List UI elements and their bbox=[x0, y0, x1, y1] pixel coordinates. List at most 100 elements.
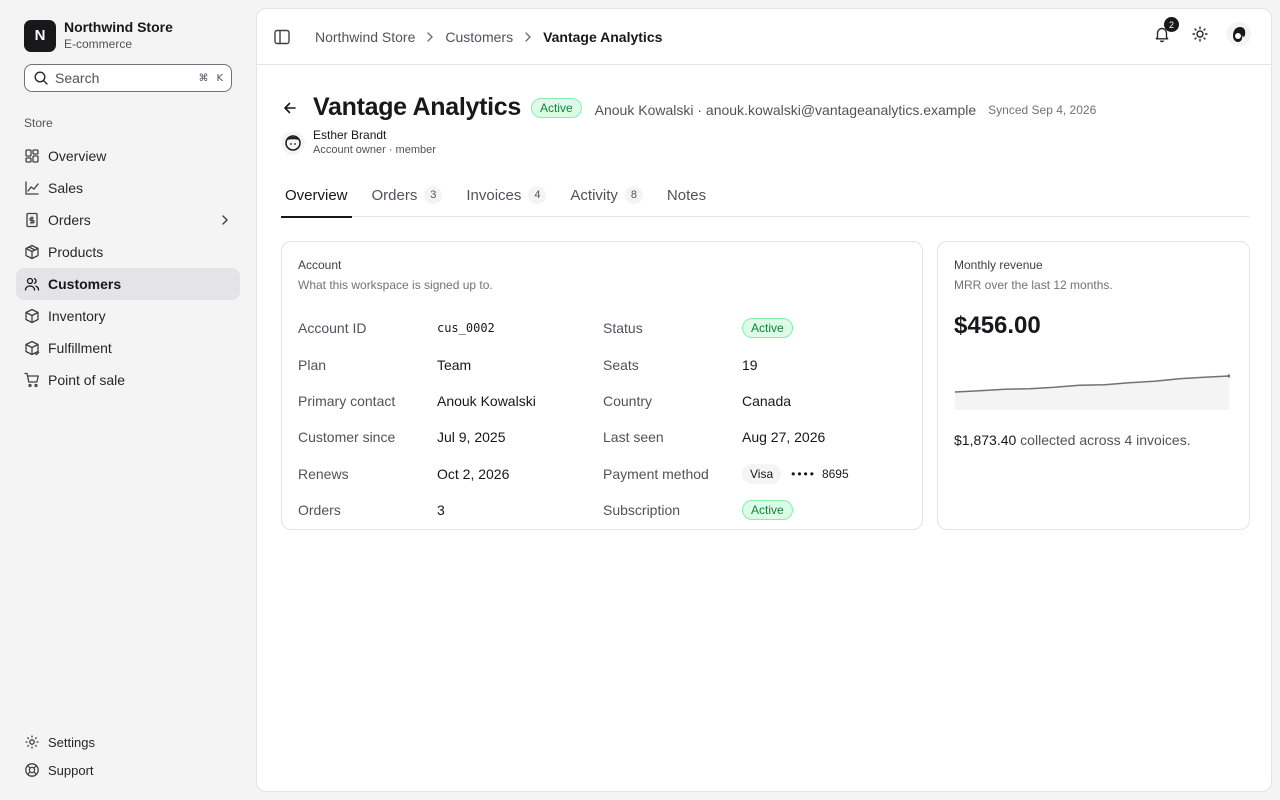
account-owner: Esther Brandt Account owner · member bbox=[281, 127, 436, 158]
sidebar-toggle-icon[interactable] bbox=[271, 26, 293, 48]
payment-method-value: Visa •••• 8695 bbox=[741, 463, 908, 484]
field-row: Account ID cus_0002 Status Active bbox=[298, 310, 908, 346]
tab-orders[interactable]: Orders 3 bbox=[368, 179, 447, 217]
field-label: Orders bbox=[298, 502, 341, 519]
sidebar-item-sales[interactable]: Sales bbox=[16, 172, 240, 204]
account-id-value: cus_0002 bbox=[436, 321, 495, 336]
breadcrumb-item[interactable]: Customers bbox=[445, 29, 513, 45]
sidebar-item-label: Point of sale bbox=[48, 372, 126, 388]
account-fields: Account ID cus_0002 Status Active Plan T… bbox=[298, 310, 908, 528]
sidebar-item-label: Inventory bbox=[48, 308, 106, 324]
lifebuoy-icon bbox=[24, 762, 40, 778]
tab-invoices[interactable]: Invoices 4 bbox=[462, 179, 550, 217]
sidebar-item-label: Products bbox=[48, 244, 104, 260]
sidebar-item-label: Customers bbox=[48, 276, 122, 292]
tab-label: Activity bbox=[570, 186, 618, 204]
sidebar-item-settings[interactable]: Settings bbox=[16, 728, 240, 756]
gear-icon bbox=[24, 734, 40, 750]
card-last4: 8695 bbox=[821, 466, 849, 481]
breadcrumb-current: Vantage Analytics bbox=[543, 28, 663, 45]
shortcut-key: K bbox=[216, 72, 223, 84]
sidebar-item-overview[interactable]: Overview bbox=[16, 140, 240, 172]
chevron-right-icon[interactable] bbox=[218, 213, 232, 227]
breadcrumb: Northwind Store Customers Vantage Analyt… bbox=[315, 29, 662, 45]
field-label: Subscription bbox=[603, 502, 681, 519]
field-label: Account ID bbox=[298, 320, 367, 337]
tab-overview[interactable]: Overview bbox=[281, 179, 352, 218]
field-label: Plan bbox=[298, 356, 327, 373]
sidebar-footer: Settings Support bbox=[16, 728, 240, 784]
sidebar-item-label: Overview bbox=[48, 148, 107, 164]
sidebar-item-customers[interactable]: Customers bbox=[16, 268, 240, 300]
sidebar-item-label: Fulfillment bbox=[48, 340, 112, 356]
owner-role: Account owner · member bbox=[313, 144, 436, 156]
field-label: Last seen bbox=[603, 429, 664, 446]
sidebar-item-fulfillment[interactable]: Fulfillment bbox=[16, 332, 240, 364]
sidebar-item-label: Support bbox=[48, 762, 94, 778]
field-row: Customer since Jul 9, 2025 Last seen Aug… bbox=[298, 419, 908, 455]
theme-toggle-button[interactable] bbox=[1189, 23, 1211, 45]
notifications-button[interactable]: 2 bbox=[1151, 17, 1179, 45]
tab-count-badge: 8 bbox=[624, 186, 643, 204]
notification-count-badge: 2 bbox=[1164, 17, 1179, 32]
field-row: Orders 3 Subscription Active bbox=[298, 492, 908, 528]
page-title: Vantage Analytics bbox=[313, 93, 521, 121]
sparkline-area bbox=[955, 376, 1229, 410]
card-title: Monthly revenue bbox=[954, 258, 1043, 272]
card-description: What this workspace is signed up to. bbox=[298, 278, 493, 292]
primary-contact-value: Anouk Kowalski bbox=[436, 392, 536, 409]
tab-label: Orders bbox=[371, 186, 418, 204]
tab-notes[interactable]: Notes bbox=[663, 179, 710, 217]
search-input[interactable]: Search ⌘ K bbox=[24, 64, 232, 92]
layout-dashboard-icon bbox=[24, 148, 40, 164]
sidebar-item-point-of-sale[interactable]: Point of sale bbox=[16, 364, 240, 396]
last-seen-value: Aug 27, 2026 bbox=[741, 429, 826, 446]
tab-label: Overview bbox=[285, 186, 348, 204]
revenue-card: Monthly revenue MRR over the last 12 mon… bbox=[937, 241, 1250, 530]
owner-name: Esther Brandt bbox=[313, 128, 387, 142]
sidebar-item-support[interactable]: Support bbox=[16, 756, 240, 784]
collected-summary: $1,873.40 collected across 4 invoices. bbox=[954, 432, 1191, 448]
orders-value: 3 bbox=[436, 502, 445, 519]
box-icon bbox=[24, 308, 40, 324]
field-label: Customer since bbox=[298, 429, 396, 446]
account-card: Account What this workspace is signed up… bbox=[281, 241, 923, 530]
card-mask: •••• bbox=[791, 466, 816, 481]
top-actions: 2 bbox=[1151, 17, 1251, 46]
sidebar: N Northwind Store E-commerce Search ⌘ K … bbox=[0, 0, 256, 800]
sidebar-item-inventory[interactable]: Inventory bbox=[16, 300, 240, 332]
field-label: Seats bbox=[603, 356, 639, 373]
card-description: MRR over the last 12 months. bbox=[954, 278, 1113, 292]
tab-count-badge: 4 bbox=[528, 186, 547, 204]
synced-timestamp: Synced Sep 4, 2026 bbox=[988, 102, 1097, 117]
field-row: Primary contact Anouk Kowalski Country C… bbox=[298, 383, 908, 419]
field-label: Primary contact bbox=[298, 392, 396, 409]
mrr-value: $456.00 bbox=[954, 312, 1041, 339]
field-row: Renews Oct 2, 2026 Payment method Visa ••… bbox=[298, 456, 908, 492]
brand[interactable]: N Northwind Store E-commerce bbox=[24, 19, 173, 52]
tab-bar: Overview Orders 3 Invoices 4 Activity 8 … bbox=[281, 179, 1249, 218]
truck-box-icon bbox=[24, 340, 40, 356]
tab-activity[interactable]: Activity 8 bbox=[566, 179, 647, 217]
sidebar-item-products[interactable]: Products bbox=[16, 236, 240, 268]
page-header: Vantage Analytics Active Anouk Kowalski … bbox=[281, 93, 1249, 122]
field-row: Plan Team Seats 19 bbox=[298, 346, 908, 382]
collected-text: collected across 4 invoices. bbox=[1016, 432, 1191, 448]
sidebar-item-orders[interactable]: Orders bbox=[16, 204, 240, 236]
seats-value: 19 bbox=[741, 356, 758, 373]
brand-name: Northwind Store bbox=[64, 19, 173, 35]
field-label: Payment method bbox=[603, 465, 709, 482]
tab-count-badge: 3 bbox=[424, 186, 443, 204]
sidebar-item-label: Sales bbox=[48, 180, 84, 196]
sidebar-item-label: Settings bbox=[48, 734, 95, 750]
shortcut-mod: ⌘ bbox=[198, 72, 209, 84]
back-arrow-icon[interactable] bbox=[281, 99, 299, 117]
chart-line-icon bbox=[24, 180, 40, 196]
user-avatar[interactable] bbox=[1227, 22, 1251, 46]
owner-avatar bbox=[281, 130, 305, 155]
customer-since-value: Jul 9, 2025 bbox=[436, 429, 506, 446]
collected-amount: $1,873.40 bbox=[954, 432, 1017, 448]
receipt-icon bbox=[24, 212, 40, 228]
package-icon bbox=[24, 244, 40, 260]
breadcrumb-item[interactable]: Northwind Store bbox=[315, 29, 415, 45]
